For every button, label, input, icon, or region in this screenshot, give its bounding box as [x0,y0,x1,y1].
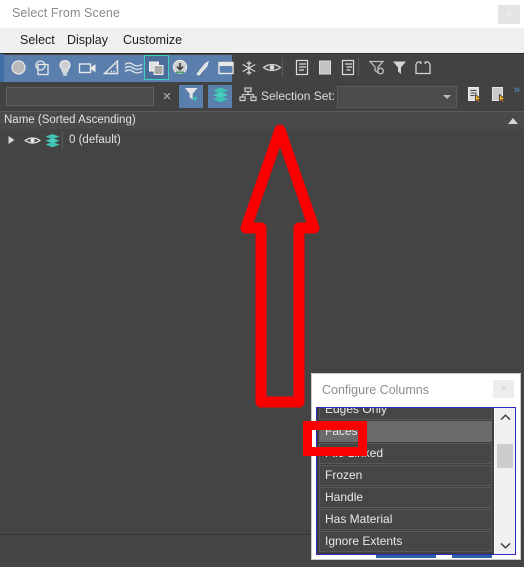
filter-lights-button[interactable] [52,55,77,80]
bones-icon [194,59,212,77]
container-box-button[interactable] [410,55,435,80]
window-title: Select From Scene [12,6,120,20]
show-frozen-button[interactable] [236,55,261,80]
container-box-icon [414,60,432,75]
filter-spacewarps-button[interactable] [121,55,146,80]
display-blank-icon [318,60,332,75]
filter-groups-button[interactable] [144,55,169,80]
geometry-sphere-icon [10,59,27,76]
containers-icon [217,60,235,76]
list-item[interactable]: Faces [319,421,493,442]
layers-toggle[interactable] [208,85,232,108]
groups-xrefs-icon [148,60,165,76]
cameras-icon [78,61,97,75]
select-filter-funnel-icon [183,86,200,108]
configure-columns-popup: Configure Columns × Edges Only Faces Fil… [312,374,520,559]
menubar: Select Display Customize [0,28,524,53]
filter-shapes-button[interactable] [29,55,54,80]
chevron-up-icon[interactable] [495,408,515,426]
titlebar: Select From Scene × [0,0,524,29]
selection-set-dropdown[interactable] [337,86,457,108]
eye-icon[interactable] [22,131,42,149]
filter-geometry-button[interactable] [6,55,31,80]
list-item[interactable]: File Linked [319,443,493,464]
expand-triangle-icon[interactable] [0,131,22,149]
filter-settings-button[interactable] [364,55,389,80]
xrefs-download-icon [171,59,189,77]
list-item[interactable]: Has Material [319,509,493,530]
chevron-down-icon[interactable] [495,536,515,554]
display-children-icon [341,59,355,76]
hierarchy-tree-icon [239,86,257,107]
freeze-snowflake-icon [241,60,257,76]
lights-bulb-icon [58,59,72,77]
edit-named-selection-icon [467,86,483,108]
list-item[interactable]: Ignore Extents [319,531,493,552]
select-filter-toggle[interactable] [179,85,203,108]
filter-toggle-button[interactable] [387,55,412,80]
column-header-name[interactable]: Name (Sorted Ascending) [0,111,524,131]
configure-columns-bottom-strip [316,555,516,558]
menu-item-select[interactable]: Select [14,32,61,48]
configure-columns-items: Edges Only Faces File Linked Frozen Hand… [317,408,495,554]
layer-stack-icon[interactable] [42,131,62,149]
menu-item-display[interactable]: Display [61,32,114,48]
hidden-eye-icon [261,61,282,74]
toolbar-separator-2 [358,58,359,77]
filter-funnel-gear-icon [368,59,386,76]
show-hidden-button[interactable] [259,55,284,80]
helpers-ruler-icon [102,59,120,76]
list-item[interactable]: Edges Only [319,408,493,420]
filter-containers-button[interactable] [213,55,238,80]
space-warps-waves-icon [124,60,144,76]
layers-stack-icon [211,86,230,108]
filter-xrefs-button[interactable] [167,55,192,80]
filter-bones-button[interactable] [190,55,215,80]
hierarchy-toggle[interactable] [236,85,260,108]
toolbar-overflow-button[interactable]: » [514,84,520,96]
toolbar-separator [282,58,283,77]
configure-columns-list[interactable]: Edges Only Faces File Linked Frozen Hand… [316,407,516,555]
menu-item-customize[interactable]: Customize [117,32,188,48]
new-selection-set-icon [491,86,507,108]
sort-ascending-triangle-icon [508,118,518,124]
tree-row-label: 0 (default) [62,131,121,149]
edit-named-selection-button[interactable] [463,85,487,108]
selection-set-label: Selection Set: [261,89,336,103]
filter-cameras-button[interactable] [75,55,100,80]
display-list-icon [295,59,309,76]
new-selection-set-button[interactable] [487,85,511,108]
filter-funnel-icon [391,59,408,76]
display-list-button[interactable] [289,55,314,80]
list-item[interactable]: Frozen [319,465,493,486]
column-header-label: Name (Sorted Ascending) [4,114,136,126]
configure-columns-title: Configure Columns [322,383,429,397]
clear-search-icon[interactable]: × [159,88,175,105]
configure-columns-scrollbar[interactable] [494,408,515,554]
search-input[interactable] [6,87,154,106]
shapes-icon [33,59,51,76]
scrollbar-thumb[interactable] [497,444,514,468]
filter-helpers-button[interactable] [98,55,123,80]
list-item[interactable]: Handle [319,487,493,508]
chevron-down-icon [443,95,451,99]
select-from-scene-dialog: Select From Scene × Select Display Custo… [0,0,524,567]
close-icon[interactable]: × [498,5,520,24]
table-row[interactable]: 0 (default) [0,131,524,149]
display-blank-button[interactable] [312,55,337,80]
display-children-button[interactable] [335,55,360,80]
configure-columns-close-icon[interactable]: × [493,380,514,398]
